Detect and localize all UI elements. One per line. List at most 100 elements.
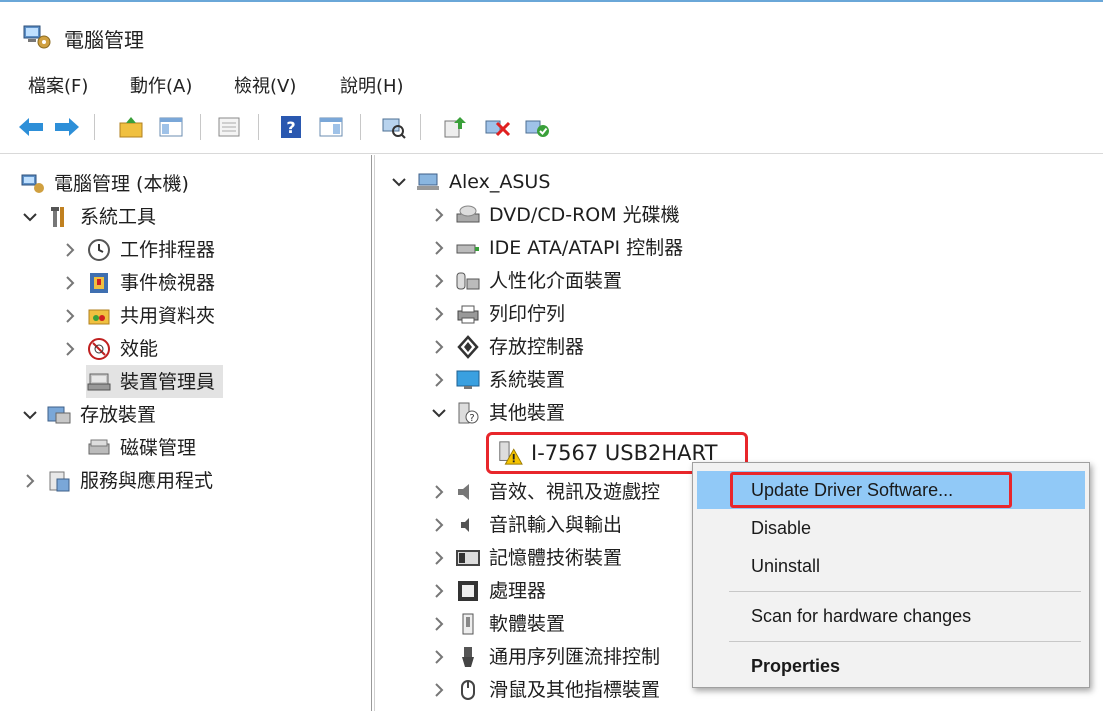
chevron-right-icon[interactable]: [431, 484, 447, 500]
print-queue-icon: [455, 301, 481, 327]
tree-item-services-applications[interactable]: 服務與應用程式: [22, 464, 213, 497]
chevron-right-icon[interactable]: [62, 275, 78, 291]
chevron-right-icon[interactable]: [431, 207, 447, 223]
software-device-icon: [455, 611, 481, 637]
clock-icon: [86, 237, 112, 263]
menu-file[interactable]: 檔案(F): [28, 72, 88, 98]
device-category-label: DVD/CD-ROM 光碟機: [489, 203, 680, 226]
menu-view[interactable]: 檢視(V): [234, 72, 296, 98]
uninstall-device-icon[interactable]: [482, 112, 512, 142]
chevron-right-icon[interactable]: [431, 339, 447, 355]
context-menu: Update Driver Software... Disable Uninst…: [692, 462, 1090, 688]
ide-controller-icon: [455, 235, 481, 261]
menu-separator: [729, 641, 1081, 642]
device-category[interactable]: 處理器: [431, 574, 546, 607]
chevron-right-icon[interactable]: [62, 341, 78, 357]
tree-item-performance[interactable]: 效能: [62, 332, 158, 365]
memory-device-icon: [455, 545, 481, 571]
up-folder-icon[interactable]: [116, 112, 146, 142]
device-category-other-devices[interactable]: ? 其他裝置: [431, 396, 565, 429]
device-category[interactable]: 軟體裝置: [431, 607, 565, 640]
window-title: 電腦管理: [64, 28, 144, 52]
shared-folder-icon: [86, 303, 112, 329]
chevron-down-icon[interactable]: [431, 405, 447, 421]
device-category-label: 其他裝置: [489, 401, 566, 424]
menu-item-scan-hardware[interactable]: Scan for hardware changes: [697, 597, 1085, 635]
device-category[interactable]: 記憶體技術裝置: [431, 541, 622, 574]
chevron-right-icon[interactable]: [431, 372, 447, 388]
back-arrow-icon[interactable]: [16, 112, 46, 142]
properties-icon[interactable]: [214, 112, 244, 142]
menu-action[interactable]: 動作(A): [130, 72, 192, 98]
tree-item-disk-management[interactable]: 磁碟管理: [86, 431, 196, 464]
chevron-right-icon[interactable]: [62, 242, 78, 258]
chevron-down-icon[interactable]: [22, 407, 38, 423]
tree-item-label: 工作排程器: [120, 238, 216, 261]
device-category-label: 音訊輸入與輸出: [489, 513, 623, 536]
chevron-down-icon[interactable]: [391, 174, 407, 190]
tree-item-label: 共用資料夾: [120, 304, 216, 327]
chevron-down-icon[interactable]: [22, 209, 38, 225]
chevron-right-icon[interactable]: [431, 649, 447, 665]
device-tree-root[interactable]: Alex_ASUS: [391, 165, 550, 198]
device-category-label: 音效、視訊及遊戲控: [489, 480, 661, 503]
scan-hardware-icon[interactable]: [378, 112, 408, 142]
device-category[interactable]: 系統裝置: [431, 363, 565, 396]
chevron-right-icon[interactable]: [431, 273, 447, 289]
disk-management-icon: [86, 435, 112, 461]
update-driver-icon[interactable]: [440, 112, 470, 142]
device-manager-icon: [86, 369, 112, 395]
tree-item-label: 裝置管理員: [120, 370, 216, 393]
tree-item-shared-folders[interactable]: 共用資料夾: [62, 299, 215, 332]
sound-icon: [455, 479, 481, 505]
device-category[interactable]: 列印佇列: [431, 297, 565, 330]
device-category[interactable]: IDE ATA/ATAPI 控制器: [431, 231, 683, 264]
svg-text:?: ?: [286, 118, 295, 137]
menu-help[interactable]: 說明(H): [340, 72, 404, 98]
device-category-label: 滑鼠及其他指標裝置: [489, 678, 661, 701]
console-tree-pane: 電腦管理 (本機) 系統工具 工作排程器 事件檢視器 共用資料夾 效能 裝置管理…: [0, 155, 372, 711]
chevron-right-icon[interactable]: [431, 550, 447, 566]
chevron-right-icon[interactable]: [431, 517, 447, 533]
usb-controller-icon: [455, 644, 481, 670]
menu-item-properties[interactable]: Properties: [697, 647, 1085, 685]
menu-item-uninstall[interactable]: Uninstall: [697, 547, 1085, 585]
chevron-right-icon[interactable]: [431, 306, 447, 322]
device-category-label: 記憶體技術裝置: [489, 546, 623, 569]
enable-device-icon[interactable]: [522, 112, 552, 142]
device-category[interactable]: 音效、視訊及遊戲控: [431, 475, 660, 508]
device-category[interactable]: DVD/CD-ROM 光碟機: [431, 198, 680, 231]
chevron-right-icon[interactable]: [431, 240, 447, 256]
device-category-label: IDE ATA/ATAPI 控制器: [489, 236, 684, 259]
tree-item-task-scheduler[interactable]: 工作排程器: [62, 233, 215, 266]
chevron-right-icon[interactable]: [62, 308, 78, 324]
computer-management-icon: [22, 24, 52, 50]
computer-icon: [415, 169, 441, 195]
tree-item-label: 存放裝置: [80, 403, 157, 426]
chevron-right-icon[interactable]: [431, 583, 447, 599]
device-category[interactable]: 人性化介面裝置: [431, 264, 622, 297]
menu-item-disable[interactable]: Disable: [697, 509, 1085, 547]
tree-item-system-tools[interactable]: 系統工具: [22, 200, 156, 233]
device-category[interactable]: 滑鼠及其他指標裝置: [431, 673, 660, 706]
chevron-right-icon[interactable]: [431, 682, 447, 698]
chevron-right-icon[interactable]: [22, 473, 38, 489]
device-category-label: 處理器: [489, 579, 547, 602]
menu-item-update-driver[interactable]: Update Driver Software...: [697, 471, 1085, 509]
tree-item-storage[interactable]: 存放裝置: [22, 398, 156, 431]
help-icon[interactable]: ?: [276, 112, 306, 142]
show-hide-console-tree-icon[interactable]: [156, 112, 186, 142]
chevron-right-icon[interactable]: [431, 616, 447, 632]
tree-item-computer-management[interactable]: 電腦管理 (本機): [20, 167, 189, 200]
computer-management-window: 電腦管理 檔案(F) 動作(A) 檢視(V) 說明(H) ? 電腦管理 (本機)…: [0, 0, 1103, 711]
storage-controller-icon: [455, 334, 481, 360]
show-hide-action-pane-icon[interactable]: [316, 112, 346, 142]
device-category[interactable]: 通用序列匯流排控制: [431, 640, 660, 673]
tree-item-device-manager[interactable]: 裝置管理員: [86, 365, 224, 398]
device-category[interactable]: 存放控制器: [431, 330, 584, 363]
device-category[interactable]: 音訊輸入與輸出: [431, 508, 622, 541]
tree-item-event-viewer[interactable]: 事件檢視器: [62, 266, 215, 299]
device-category-label: 軟體裝置: [489, 612, 566, 635]
forward-arrow-icon[interactable]: [52, 112, 82, 142]
svg-text:?: ?: [469, 413, 474, 424]
